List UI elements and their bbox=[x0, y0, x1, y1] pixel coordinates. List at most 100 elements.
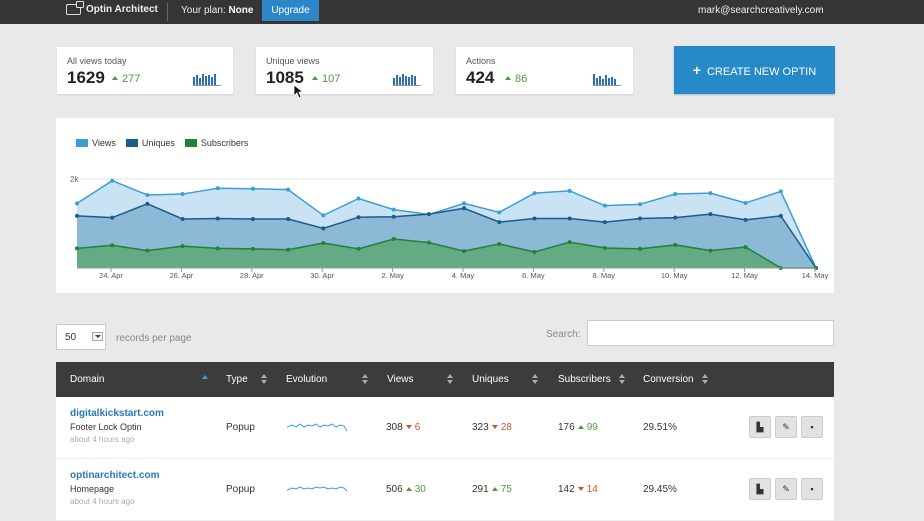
upgrade-button[interactable]: Upgrade bbox=[262, 0, 319, 21]
uniques-delta: 28 bbox=[492, 422, 512, 433]
data-point-subscribers bbox=[532, 249, 537, 254]
data-point-subscribers bbox=[708, 248, 713, 253]
col-header-subscribers[interactable]: Subscribers bbox=[558, 374, 611, 385]
views-cell: 506 30 bbox=[386, 484, 426, 495]
bar-chart-icon: ▙ bbox=[756, 483, 764, 494]
top-bar: Optin Architect Your plan: None Upgrade … bbox=[0, 0, 924, 24]
delete-button[interactable]: ▪ bbox=[801, 416, 823, 438]
sort-icon[interactable] bbox=[619, 374, 625, 384]
stat-card-all-views: All views today 1629 277 bbox=[57, 47, 233, 94]
col-header-views[interactable]: Views bbox=[387, 374, 414, 385]
views-delta: 30 bbox=[406, 484, 426, 495]
data-point-uniques bbox=[497, 220, 502, 225]
x-tick-label: 2. May bbox=[381, 271, 404, 280]
data-point-uniques bbox=[250, 217, 255, 221]
data-point-uniques bbox=[286, 217, 291, 221]
pencil-icon: ✎ bbox=[782, 483, 790, 494]
x-tick-label: 30. Apr bbox=[310, 271, 334, 280]
evolution-sparkline bbox=[287, 486, 348, 492]
delete-button[interactable]: ▪ bbox=[801, 478, 823, 500]
data-point-subscribers bbox=[638, 246, 643, 251]
data-point-views bbox=[638, 202, 643, 207]
type-cell: Popup bbox=[226, 422, 255, 433]
data-point-views bbox=[215, 186, 220, 191]
x-tick-label: 14. May bbox=[802, 271, 829, 280]
sort-icon[interactable] bbox=[702, 374, 708, 384]
uniques-cell: 291 75 bbox=[472, 484, 512, 495]
stat-delta: 107 bbox=[312, 73, 340, 85]
stat-value: 424 bbox=[466, 68, 495, 87]
data-point-views bbox=[743, 200, 748, 205]
uniques-value: 323 bbox=[472, 422, 489, 433]
logo-icon bbox=[66, 1, 84, 15]
data-point-uniques bbox=[391, 214, 396, 219]
data-point-views bbox=[673, 192, 678, 197]
data-point-subscribers bbox=[75, 246, 79, 251]
sort-icon[interactable] bbox=[362, 374, 368, 384]
col-header-domain[interactable]: Domain bbox=[70, 374, 104, 385]
stat-card-actions: Actions 424 86 bbox=[456, 47, 633, 94]
timestamp: about 4 hours ago bbox=[70, 435, 135, 444]
sort-icon[interactable] bbox=[261, 374, 267, 384]
x-tick-label: 10. May bbox=[661, 271, 688, 280]
data-point-subscribers bbox=[391, 237, 396, 242]
data-point-views bbox=[110, 178, 115, 183]
data-point-subscribers bbox=[145, 248, 150, 253]
data-point-uniques bbox=[708, 212, 713, 217]
domain-link[interactable]: digitalkickstart.com bbox=[70, 408, 164, 419]
stat-delta: 86 bbox=[505, 73, 527, 85]
subscribers-delta: 99 bbox=[578, 422, 598, 433]
data-point-uniques bbox=[215, 216, 220, 221]
views-value: 308 bbox=[386, 422, 403, 433]
data-point-views bbox=[250, 186, 255, 191]
stats-button[interactable]: ▙ bbox=[749, 478, 771, 500]
bar-chart-icon bbox=[193, 74, 221, 86]
x-tick-label: 24. Apr bbox=[99, 271, 123, 280]
data-point-views bbox=[708, 191, 713, 196]
chevron-down-icon[interactable] bbox=[92, 332, 103, 341]
edit-button[interactable]: ✎ bbox=[775, 478, 797, 500]
x-tick-label: 6. May bbox=[522, 271, 545, 280]
data-point-uniques bbox=[567, 216, 572, 221]
subscribers-delta: 14 bbox=[578, 484, 598, 495]
data-point-uniques bbox=[462, 206, 467, 211]
data-point-views bbox=[286, 187, 291, 192]
col-header-uniques[interactable]: Uniques bbox=[472, 374, 509, 385]
stats-button[interactable]: ▙ bbox=[749, 416, 771, 438]
data-point-subscribers bbox=[743, 245, 748, 250]
area-chart: 2k 24. Apr 26. Apr 28. Apr 30. Apr 2. May 4. M… bbox=[70, 175, 834, 280]
col-header-conversion[interactable]: Conversion bbox=[643, 374, 694, 385]
col-header-type[interactable]: Type bbox=[226, 374, 248, 385]
search-label: Search: bbox=[546, 329, 581, 340]
bar-chart-icon bbox=[393, 74, 421, 86]
stat-label: Actions bbox=[466, 56, 496, 66]
data-point-subscribers bbox=[602, 245, 607, 250]
views-value: 506 bbox=[386, 484, 403, 495]
sort-asc-icon[interactable] bbox=[202, 375, 208, 379]
edit-button[interactable]: ✎ bbox=[775, 416, 797, 438]
views-cell: 308 6 bbox=[386, 422, 420, 433]
data-point-subscribers bbox=[426, 240, 431, 245]
data-point-views bbox=[391, 207, 396, 212]
search-input[interactable] bbox=[587, 320, 834, 346]
domain-link[interactable]: optinarchitect.com bbox=[70, 470, 159, 481]
user-menu[interactable]: mark@searchcreatively.com bbox=[698, 5, 824, 16]
chevron-down-icon[interactable] bbox=[816, 8, 822, 12]
sort-icon[interactable] bbox=[447, 374, 453, 384]
sort-icon[interactable] bbox=[532, 374, 538, 384]
data-point-views bbox=[497, 210, 502, 215]
uniques-value: 291 bbox=[472, 484, 489, 495]
optin-name: Homepage bbox=[70, 484, 115, 494]
x-tick-label: 26. Apr bbox=[170, 271, 194, 280]
data-point-subscribers bbox=[321, 241, 326, 246]
create-new-optin-button[interactable]: + CREATE NEW OPTIN bbox=[674, 46, 835, 94]
evolution-sparkline bbox=[287, 423, 348, 432]
col-header-evolution[interactable]: Evolution bbox=[286, 374, 327, 385]
data-point-views bbox=[145, 192, 150, 197]
x-tick-label: 28. Apr bbox=[240, 271, 264, 280]
app-logo[interactable]: Optin Architect bbox=[66, 1, 158, 15]
data-point-uniques bbox=[110, 215, 115, 220]
trash-icon: ▪ bbox=[810, 484, 814, 494]
data-point-views bbox=[75, 201, 79, 206]
plan-prefix: Your plan: bbox=[181, 5, 229, 16]
